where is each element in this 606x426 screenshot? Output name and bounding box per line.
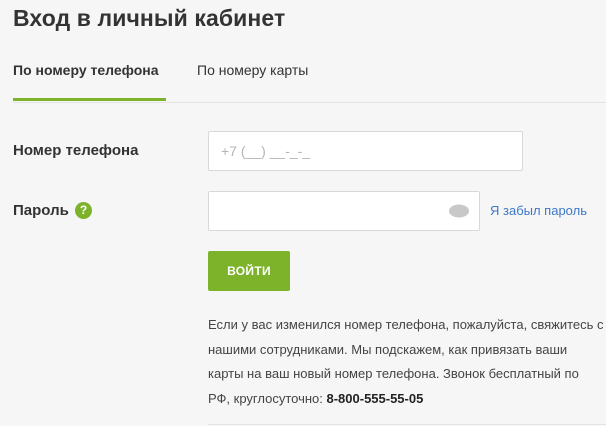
help-icon[interactable]: ? [75,202,92,219]
phone-label: Номер телефона [13,142,139,159]
login-button[interactable]: ВОЙТИ [208,251,290,291]
page-title: Вход в личный кабинет [13,5,286,31]
tab-by-card[interactable]: По номеру карты [197,58,308,100]
forgot-password-link[interactable]: Я забыл пароль [490,203,587,218]
login-method-tabs: По номеру телефона По номеру карты [13,58,606,103]
phone-change-info: Если у вас изменился номер телефона, пож… [208,313,604,411]
tab-by-phone[interactable]: По номеру телефона [13,58,166,101]
phone-input[interactable] [209,132,522,170]
phone-input-container [208,131,523,171]
eye-icon[interactable] [449,204,469,218]
password-input-container [208,191,480,231]
password-label: Пароль [13,202,69,219]
password-input[interactable] [209,192,479,230]
bottom-divider [208,424,606,425]
hotline-number: 8-800-555-55-05 [326,390,424,406]
